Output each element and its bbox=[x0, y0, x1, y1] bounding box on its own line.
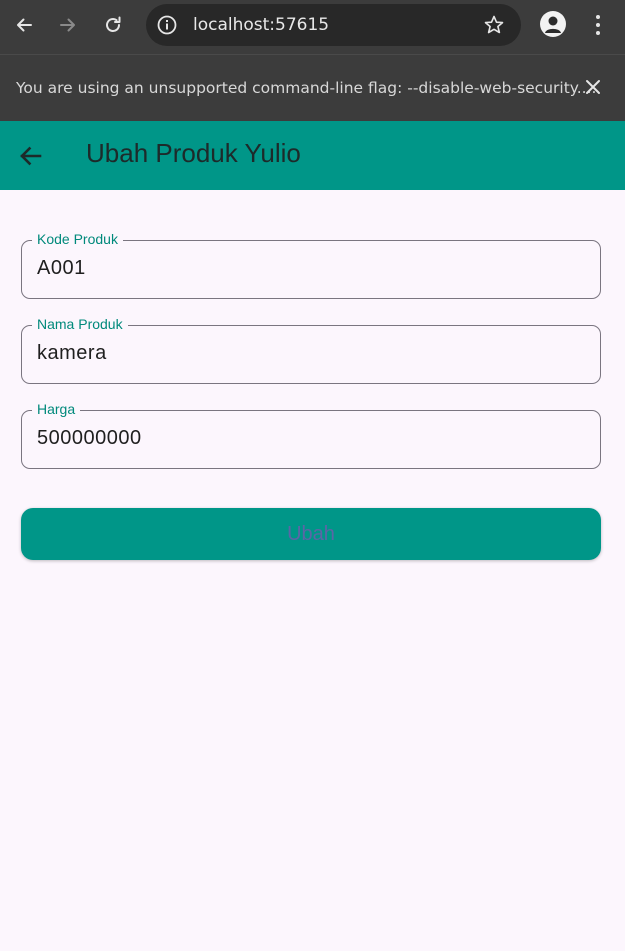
bookmark-star-icon[interactable] bbox=[483, 14, 505, 36]
nama-produk-input[interactable] bbox=[37, 342, 577, 365]
back-nav-button[interactable] bbox=[8, 9, 40, 41]
site-info-icon[interactable] bbox=[156, 14, 178, 36]
kode-produk-field[interactable]: Kode Produk bbox=[21, 231, 601, 299]
arrow-left-icon bbox=[17, 18, 32, 32]
ubah-button[interactable]: Ubah bbox=[21, 508, 601, 560]
app-bar: Ubah Produk Yulio bbox=[0, 121, 625, 190]
kode-produk-input[interactable] bbox=[37, 257, 577, 280]
person-icon bbox=[545, 16, 561, 33]
infobar-message: You are using an unsupported command-lin… bbox=[16, 79, 597, 97]
arrow-back-icon[interactable] bbox=[16, 141, 46, 171]
address-url[interactable]: localhost:57615 bbox=[193, 15, 329, 35]
kode-produk-label: Kode Produk bbox=[32, 231, 123, 247]
forward-nav-button[interactable] bbox=[52, 9, 84, 41]
more-vert-icon[interactable] bbox=[590, 12, 606, 38]
reload-button[interactable] bbox=[97, 9, 129, 41]
harga-field[interactable]: Harga bbox=[21, 401, 601, 469]
reload-icon bbox=[106, 16, 121, 32]
harga-input[interactable] bbox=[37, 427, 577, 450]
nama-produk-label: Nama Produk bbox=[32, 316, 128, 332]
harga-label: Harga bbox=[32, 401, 81, 417]
arrow-right-icon bbox=[60, 18, 75, 32]
address-bar[interactable]: localhost:57615 bbox=[146, 4, 521, 46]
page-title: Ubah Produk Yulio bbox=[86, 138, 301, 168]
close-icon[interactable] bbox=[585, 79, 601, 95]
browser-toolbar: localhost:57615 bbox=[0, 0, 625, 54]
warning-infobar: You are using an unsupported command-lin… bbox=[0, 54, 625, 121]
nama-produk-field[interactable]: Nama Produk bbox=[21, 316, 601, 384]
profile-avatar-button[interactable] bbox=[540, 11, 566, 37]
